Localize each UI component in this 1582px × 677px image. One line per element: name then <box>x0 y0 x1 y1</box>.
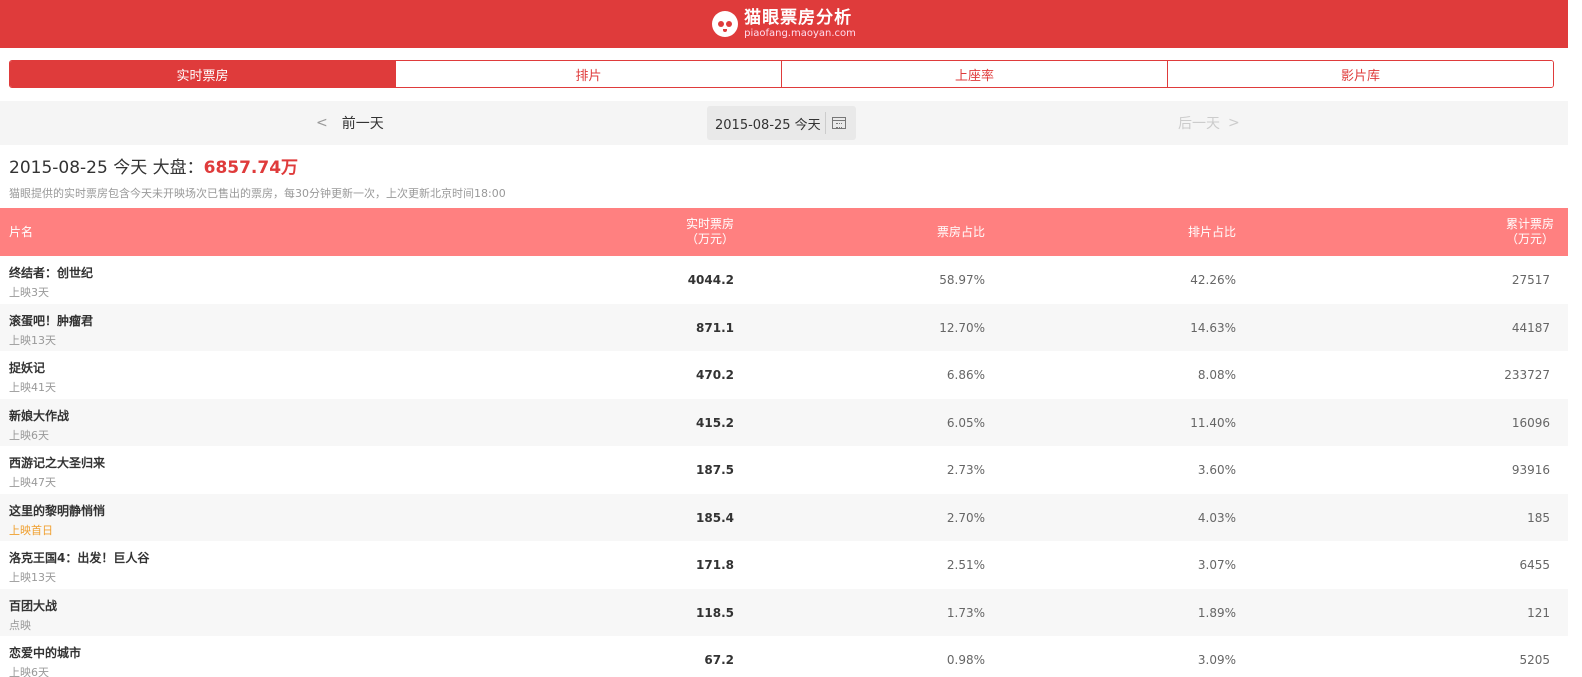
brand[interactable]: 猫眼票房分析 piaofang.maoyan.com <box>712 7 856 39</box>
tab-schedule[interactable]: 排片 <box>395 61 781 87</box>
release-days: 上映6天 <box>9 428 49 442</box>
chevron-right-icon: > <box>1228 115 1240 131</box>
schedule-share: 3.09% <box>1197 653 1236 667</box>
movie-name: 恋爱中的城市 <box>9 646 82 660</box>
realtime-boxoffice: 415.2 <box>696 415 734 430</box>
page: 猫眼票房分析 piaofang.maoyan.com 实时票房 排片 上座率 影… <box>0 0 1568 677</box>
release-days: 点映 <box>9 618 31 632</box>
total-boxoffice-amount: 6857.74万 <box>203 158 299 178</box>
realtime-boxoffice: 171.8 <box>696 558 734 572</box>
col-movie-name: 片名 <box>9 224 34 239</box>
realtime-boxoffice: 871.1 <box>696 320 734 335</box>
total-boxoffice: 93916 <box>1511 463 1550 477</box>
summary-title-prefix: 2015-08-25 今天 大盘： <box>9 158 204 178</box>
total-boxoffice: 233727 <box>1504 368 1550 382</box>
movie-name: 滚蛋吧！肿瘤君 <box>9 313 94 328</box>
brand-subtitle: piaofang.maoyan.com <box>744 27 856 39</box>
schedule-share: 4.03% <box>1197 510 1236 525</box>
total-boxoffice: 44187 <box>1511 320 1550 335</box>
table-row[interactable]: 恋爱中的城市 上映6天 67.2 0.98% 3.09% 5205 <box>0 636 1568 677</box>
tab-realtime-boxoffice[interactable]: 实时票房 <box>10 61 395 87</box>
schedule-share: 14.63% <box>1190 320 1236 335</box>
prev-day-button[interactable]: < 前一天 <box>316 101 384 145</box>
realtime-boxoffice: 4044.2 <box>687 273 734 287</box>
realtime-boxoffice: 187.5 <box>696 463 734 477</box>
col-realtime-boxoffice[interactable]: 实时票房 （万元） <box>686 208 734 256</box>
top-header: 猫眼票房分析 piaofang.maoyan.com <box>0 0 1568 48</box>
chevron-left-icon: < <box>316 115 328 131</box>
boxoffice-share: 0.98% <box>946 653 985 667</box>
total-boxoffice: 5205 <box>1519 653 1550 667</box>
release-days: 上映13天 <box>9 333 56 347</box>
total-boxoffice: 185 <box>1527 510 1550 525</box>
realtime-boxoffice: 67.2 <box>704 653 734 667</box>
movie-name: 洛克王国4：出发！巨人谷 <box>9 551 150 565</box>
col-total-boxoffice[interactable]: 累计票房 （万元） <box>1506 208 1554 256</box>
schedule-share: 3.60% <box>1197 463 1236 477</box>
table-row[interactable]: 捉妖记上映41天 470.2 6.86% 8.08% 233727 <box>0 351 1568 399</box>
total-boxoffice: 6455 <box>1519 558 1550 572</box>
nav-tabs: 实时票房 排片 上座率 影片库 <box>9 60 1554 88</box>
schedule-share: 1.89% <box>1197 605 1236 620</box>
table-row[interactable]: 西游记之大圣归来 上映47天 187.5 2.73% 3.60% 93916 <box>0 446 1568 494</box>
table-row[interactable]: 滚蛋吧！肿瘤君 上映13天 871.1 12.70% 14.63% 44187 <box>0 303 1568 351</box>
release-days: 上映13天 <box>9 571 56 584</box>
total-boxoffice: 27517 <box>1511 273 1550 287</box>
boxoffice-share: 58.97% <box>939 273 985 287</box>
table-row[interactable]: 这里的黎明静悄悄 上映首日 185.4 2.70% 4.03% 185 <box>0 493 1568 541</box>
total-boxoffice: 16096 <box>1511 415 1550 430</box>
realtime-boxoffice: 185.4 <box>696 510 734 525</box>
date-bar: < 前一天 2015-08-25 今天 后一天 > <box>0 101 1568 145</box>
next-day-button: 后一天 > <box>1178 101 1240 145</box>
movie-name: 西游记之大圣归来 <box>9 456 106 470</box>
release-days: 上映41天 <box>9 381 56 394</box>
calendar-icon[interactable] <box>832 117 846 129</box>
update-note: 猫眼提供的实时票房包含今天未开映场次已售出的票房，每30分钟更新一次，上次更新北… <box>9 187 506 200</box>
next-day-label: 后一天 <box>1178 116 1220 132</box>
realtime-boxoffice: 118.5 <box>696 605 734 620</box>
table-row[interactable]: 新娘大作战上映6天 415.2 6.05% 11.40% 16096 <box>0 398 1568 446</box>
col-boxoffice-share[interactable]: 票房占比 <box>937 208 985 256</box>
realtime-boxoffice: 470.2 <box>696 368 734 382</box>
movie-name: 终结者：创世纪 <box>9 266 94 280</box>
release-days: 上映47天 <box>9 476 56 489</box>
tab-occupancy[interactable]: 上座率 <box>781 61 1167 87</box>
total-boxoffice: 121 <box>1527 605 1550 620</box>
movie-name: 这里的黎明静悄悄 <box>9 503 106 518</box>
prev-day-label: 前一天 <box>341 116 384 132</box>
movie-name: 百团大战 <box>9 598 58 613</box>
date-picker[interactable]: 2015-08-25 今天 <box>707 106 856 140</box>
summary: 2015-08-25 今天 大盘：6857.74万 猫眼提供的实时票房包含今天未… <box>0 145 1568 208</box>
schedule-share: 3.07% <box>1197 558 1236 572</box>
movie-name: 新娘大作战 <box>9 408 70 423</box>
page-title: 2015-08-25 今天 大盘：6857.74万 <box>9 153 1559 178</box>
schedule-share: 42.26% <box>1190 273 1236 287</box>
col-schedule-share[interactable]: 排片占比 <box>1188 208 1236 256</box>
boxoffice-share: 6.05% <box>946 415 985 430</box>
movie-name: 捉妖记 <box>9 361 46 375</box>
current-date: 2015-08-25 今天 <box>715 117 821 133</box>
boxoffice-share: 6.86% <box>946 368 985 382</box>
table-row[interactable]: 洛克王国4：出发！巨人谷 上映13天 171.8 2.51% 3.07% 6455 <box>0 541 1568 589</box>
release-days: 上映首日 <box>9 523 53 537</box>
schedule-share: 11.40% <box>1190 415 1236 430</box>
brand-title: 猫眼票房分析 <box>744 7 853 28</box>
release-days: 上映6天 <box>9 666 49 677</box>
boxoffice-share: 2.51% <box>946 558 985 572</box>
table-body: 终结者：创世纪 上映3天 4044.2 58.97% 42.26% 27517 滚… <box>0 256 1568 677</box>
schedule-share: 8.08% <box>1197 368 1236 382</box>
table-row[interactable]: 终结者：创世纪 上映3天 4044.2 58.97% 42.26% 27517 <box>0 256 1568 304</box>
boxoffice-share: 1.73% <box>946 605 985 620</box>
table-header: 片名 实时票房 （万元） 票房占比 排片占比 累计票房 （万元） <box>0 208 1568 256</box>
boxoffice-share: 2.73% <box>946 463 985 477</box>
cat-eye-logo-icon <box>712 11 739 37</box>
table-row[interactable]: 百团大战点映 118.5 1.73% 1.89% 121 <box>0 588 1568 636</box>
tab-movie-library[interactable]: 影片库 <box>1167 61 1553 87</box>
release-days: 上映3天 <box>9 286 49 299</box>
boxoffice-share: 2.70% <box>946 510 985 525</box>
boxoffice-share: 12.70% <box>939 320 985 335</box>
